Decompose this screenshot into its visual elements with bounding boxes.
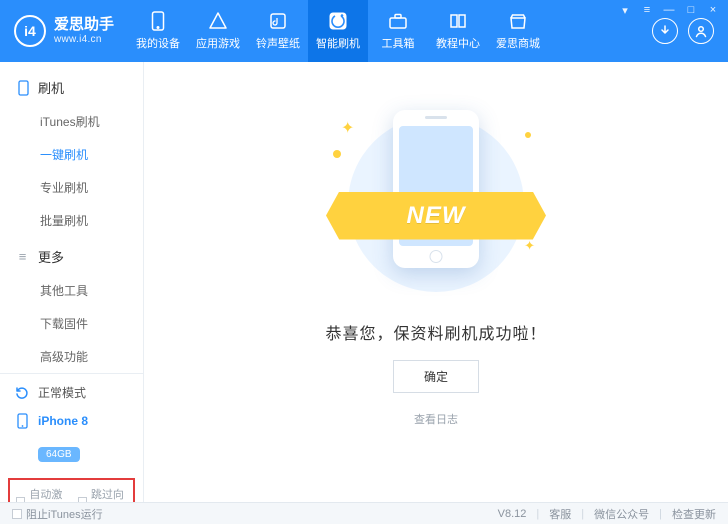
device-label: iPhone 8 — [38, 414, 88, 428]
main-content: ✦ ✦ NEW 恭喜您，保资料刷机成功啦！ 确定 查看日志 — [144, 62, 728, 502]
nav-label: 我的设备 — [136, 35, 180, 51]
sparkle-icon: ✦ — [341, 118, 354, 138]
checkbox-label: 阻止iTunes运行 — [26, 506, 103, 522]
sidebar-section-label: 刷机 — [38, 78, 64, 97]
sidebar-section-flash: 刷机 — [0, 68, 143, 105]
nav-label: 教程中心 — [436, 35, 480, 51]
sidebar-item-advanced[interactable]: 高级功能 — [0, 340, 143, 373]
version-label: V8.12 — [498, 508, 527, 520]
nav-smart-flash[interactable]: 智能刷机 — [308, 0, 368, 62]
success-message: 恭喜您，保资料刷机成功啦！ — [325, 320, 546, 344]
logo: i4 爱思助手 www.i4.cn — [0, 0, 128, 62]
device-row: iPhone 8 64GB — [0, 411, 143, 472]
mode-label: 正常模式 — [38, 384, 86, 401]
ribbon-text: NEW — [407, 202, 466, 230]
minimize-icon[interactable]: — — [662, 4, 676, 17]
checkbox-block-itunes[interactable]: 阻止iTunes运行 — [12, 506, 103, 522]
nav-label: 智能刷机 — [316, 35, 360, 51]
toolbox-icon — [388, 11, 408, 31]
user-button[interactable] — [688, 18, 714, 44]
nav-tutorials[interactable]: 教程中心 — [428, 0, 488, 62]
nav-label: 工具箱 — [382, 35, 415, 51]
top-nav: 我的设备 应用游戏 铃声壁纸 智能刷机 工具箱 — [128, 0, 648, 62]
sidebar-item-download-fw[interactable]: 下载固件 — [0, 307, 143, 340]
sidebar: 刷机 iTunes刷机 一键刷机 专业刷机 批量刷机 ≡ 更多 其他工具 下载固… — [0, 62, 144, 502]
new-ribbon: NEW — [326, 192, 546, 240]
sidebar-section-more: ≡ 更多 — [0, 237, 143, 274]
sidebar-device-status: 正常模式 iPhone 8 64GB — [0, 373, 143, 472]
menu-icon[interactable]: ≡ — [640, 4, 654, 17]
window-controls: ▾ ≡ — □ × — [618, 4, 720, 17]
checkbox-icon — [12, 509, 22, 519]
nav-ringtones[interactable]: 铃声壁纸 — [248, 0, 308, 62]
sidebar-section-label: 更多 — [38, 247, 64, 266]
device-icon — [148, 11, 168, 31]
footer-bar: 阻止iTunes运行 V8.12 | 客服 | 微信公众号 | 检查更新 — [0, 502, 728, 524]
refresh-icon[interactable] — [14, 385, 30, 401]
sidebar-item-batch-flash[interactable]: 批量刷机 — [0, 204, 143, 237]
apps-icon — [208, 11, 228, 31]
support-link[interactable]: 客服 — [549, 506, 571, 522]
maximize-icon[interactable]: □ — [684, 4, 698, 17]
music-icon — [268, 11, 288, 31]
sidebar-item-other-tools[interactable]: 其他工具 — [0, 274, 143, 307]
phone-illustration — [393, 110, 479, 268]
nav-toolbox[interactable]: 工具箱 — [368, 0, 428, 62]
nav-my-device[interactable]: 我的设备 — [128, 0, 188, 62]
device-small-icon — [16, 81, 30, 95]
sidebar-item-pro-flash[interactable]: 专业刷机 — [0, 171, 143, 204]
nav-store[interactable]: 爱思商城 — [488, 0, 548, 62]
ok-button[interactable]: 确定 — [393, 360, 479, 393]
mode-row: 正常模式 — [0, 374, 143, 411]
sidebar-item-onekey-flash[interactable]: 一键刷机 — [0, 138, 143, 171]
nav-label: 铃声壁纸 — [256, 35, 300, 51]
book-icon — [448, 11, 468, 31]
more-icon: ≡ — [16, 250, 30, 264]
flash-icon — [328, 11, 348, 31]
brand-url: www.i4.cn — [54, 34, 114, 45]
storage-badge: 64GB — [38, 447, 80, 462]
logo-icon: i4 — [14, 15, 46, 47]
header-bar: i4 爱思助手 www.i4.cn 我的设备 应用游戏 铃声壁纸 — [0, 0, 728, 62]
sparkle-icon: ✦ — [524, 238, 535, 254]
nav-apps-games[interactable]: 应用游戏 — [188, 0, 248, 62]
nav-label: 应用游戏 — [196, 35, 240, 51]
sidebar-item-itunes-flash[interactable]: iTunes刷机 — [0, 105, 143, 138]
phone-icon — [14, 413, 30, 429]
close-icon[interactable]: × — [706, 4, 720, 17]
skin-icon[interactable]: ▾ — [618, 4, 632, 17]
brand-name: 爱思助手 — [54, 17, 114, 34]
download-button[interactable] — [652, 18, 678, 44]
wechat-link[interactable]: 微信公众号 — [594, 506, 649, 522]
view-log-link[interactable]: 查看日志 — [414, 411, 458, 427]
check-update-link[interactable]: 检查更新 — [672, 506, 716, 522]
store-icon — [508, 11, 528, 31]
nav-label: 爱思商城 — [496, 35, 540, 51]
success-illustration: ✦ ✦ NEW — [327, 108, 545, 300]
